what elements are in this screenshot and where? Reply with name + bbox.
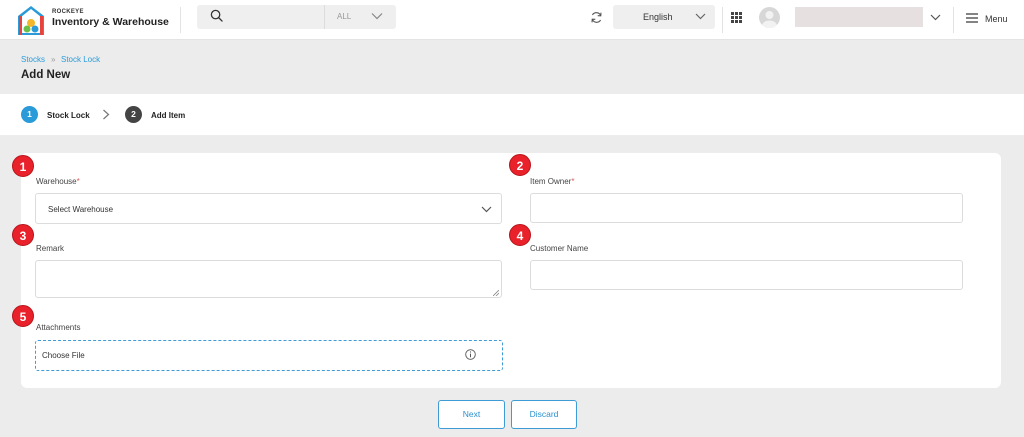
brand-name: Inventory & Warehouse [52,16,169,28]
item-owner-field[interactable] [530,193,963,223]
header-divider [722,7,723,33]
brand-tagline: ROCKEYE [52,9,84,15]
info-icon[interactable] [465,349,476,360]
discard-button[interactable]: Discard [511,400,577,429]
breadcrumb-separator: » [51,55,56,64]
search-icon[interactable] [210,9,223,22]
user-icon [762,11,777,28]
app-logo[interactable] [17,4,45,36]
warehouse-select-value: Select Warehouse [48,205,114,214]
file-upload[interactable] [35,340,503,371]
next-button[interactable]: Next [438,400,505,429]
search-divider [324,5,325,29]
remark-textarea[interactable] [35,260,502,298]
menu-icon[interactable] [966,13,978,23]
warehouse-label: Warehouse* [36,177,80,186]
apps-grid-icon[interactable] [731,12,742,23]
step-1-label[interactable]: Stock Lock [47,111,90,120]
step-1-number[interactable]: 1 [21,106,38,123]
annotation-marker-3: 3 [12,224,34,246]
remark-label: Remark [36,244,65,253]
global-search[interactable] [197,5,396,29]
menu-button[interactable]: Menu [985,14,1008,24]
header-divider [953,7,954,33]
page-title: Add New [21,69,71,81]
search-scope-select[interactable]: ALL [337,12,351,21]
choose-file-button[interactable]: Choose File [42,351,85,360]
chevron-down-icon[interactable] [371,12,383,20]
breadcrumb-stock-lock[interactable]: Stock Lock [61,55,100,64]
language-label: English [643,12,673,22]
chevron-down-icon[interactable] [930,14,941,21]
header-divider [180,7,181,33]
chevron-down-icon[interactable] [481,206,492,213]
customer-name-field[interactable] [530,260,963,290]
refresh-icon[interactable] [590,11,603,24]
step-2-label[interactable]: Add Item [151,111,185,120]
annotation-marker-5: 5 [12,305,34,327]
avatar[interactable] [759,7,780,28]
breadcrumb-stocks[interactable]: Stocks [21,55,45,64]
annotation-marker-4: 4 [509,224,531,246]
annotation-marker-2: 2 [509,154,531,176]
item-owner-label: Item Owner* [530,177,575,186]
customer-name-label: Customer Name [530,244,589,253]
step-2-number[interactable]: 2 [125,106,142,123]
company-name-redacted[interactable] [795,7,923,27]
annotation-marker-1: 1 [12,155,34,177]
resize-handle-icon[interactable] [493,290,499,296]
chevron-right-icon [103,109,110,120]
attachments-label: Attachments [36,323,81,332]
chevron-down-icon[interactable] [695,13,706,20]
